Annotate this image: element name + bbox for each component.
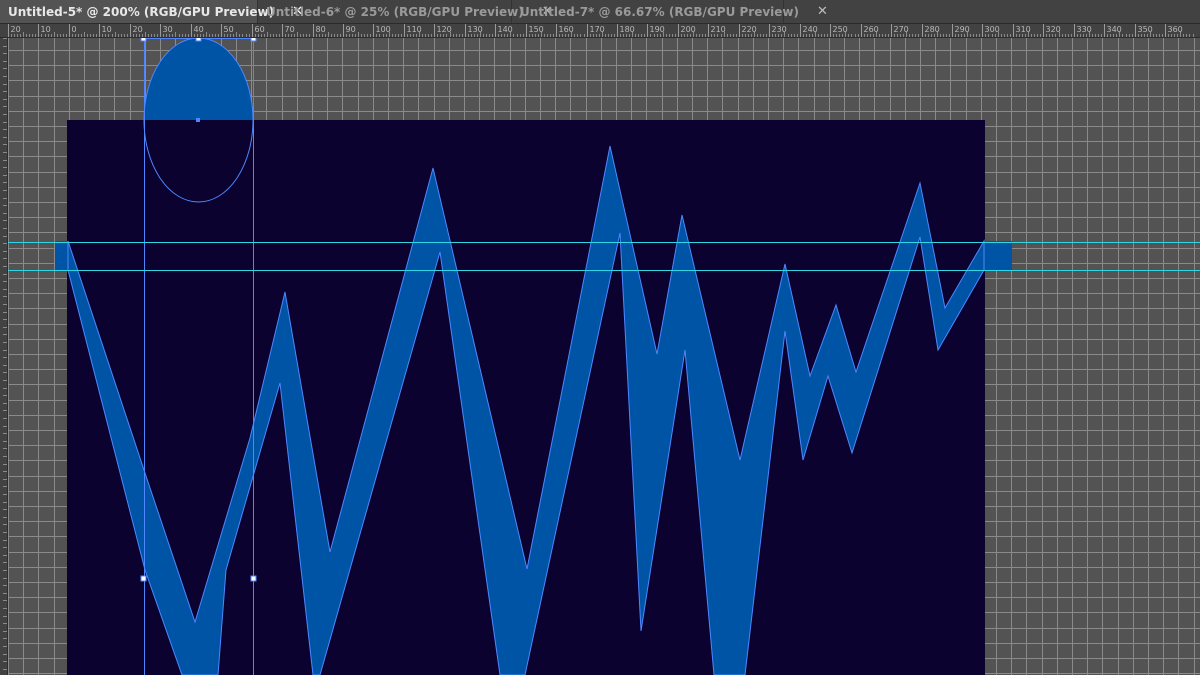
ruler-tick-label: 290 [955, 25, 970, 34]
ruler-tick-label: 0 [72, 25, 77, 34]
ribbon-right-cap[interactable] [984, 241, 1012, 270]
ruler-tick-label: 40 [194, 25, 204, 34]
ruler-tick-label: 270 [894, 25, 909, 34]
ruler-tick-label: 180 [620, 25, 635, 34]
tab-label: Untitled-6* @ 25% (RGB/GPU Preview) [266, 4, 524, 19]
ruler-tick-label: 300 [985, 25, 1000, 34]
ruler-tick-label: 80 [316, 25, 326, 34]
ruler-tick-label: 10 [41, 25, 51, 34]
vertical-ruler-ticks [3, 38, 7, 670]
document-tab-bar: Untitled-5* @ 200% (RGB/GPU Preview) ✕ U… [0, 0, 1200, 24]
tab-label: Untitled-7* @ 66.67% (RGB/GPU Preview) [520, 4, 799, 19]
ruler-tick-label: 70 [285, 25, 295, 34]
ruler-tick-label: 110 [407, 25, 422, 34]
ruler-tick-label: 140 [498, 25, 513, 34]
canvas-drawing [8, 38, 1200, 675]
tab-untitled-5[interactable]: Untitled-5* @ 200% (RGB/GPU Preview) ✕ [0, 0, 303, 23]
center-point-handle[interactable] [196, 118, 200, 122]
ruler-tick-label: 310 [1016, 25, 1031, 34]
ruler-tick-label: 10 [102, 25, 112, 34]
ruler-tick-label: 320 [1046, 25, 1061, 34]
ruler-tick-label: 120 [437, 25, 452, 34]
tab-untitled-7[interactable]: Untitled-7* @ 66.67% (RGB/GPU Preview) ✕ [512, 0, 828, 23]
ruler-tick-label: 100 [376, 25, 391, 34]
ruler-tick-label: 360 [1168, 25, 1183, 34]
ruler-tick-label: 210 [711, 25, 726, 34]
ruler-tick-label: 200 [681, 25, 696, 34]
ruler-tick-label: 330 [1077, 25, 1092, 34]
ruler-tick-label: 160 [559, 25, 574, 34]
canvas-workspace[interactable] [8, 38, 1200, 675]
ruler-tick-label: 220 [742, 25, 757, 34]
ruler-tick-label: 240 [803, 25, 818, 34]
ruler-tick-label: 260 [864, 25, 879, 34]
ruler-tick-label: 280 [925, 25, 940, 34]
ruler-tick-label: 130 [468, 25, 483, 34]
selection-handle[interactable] [250, 575, 257, 582]
tab-untitled-6[interactable]: Untitled-6* @ 25% (RGB/GPU Preview) ✕ [258, 0, 553, 23]
selection-handle[interactable] [195, 38, 202, 42]
ruler-tick-label: 20 [11, 25, 21, 34]
selection-handle[interactable] [140, 575, 147, 582]
ruler-tick-label: 30 [163, 25, 173, 34]
ruler-tick-label: 170 [590, 25, 605, 34]
ruler-tick-label: 350 [1138, 25, 1153, 34]
ruler-tick-label: 60 [255, 25, 265, 34]
horizontal-ruler[interactable]: 20 10 0 10 20 30 40 50 60 70 80 90 100 110 120 130 140 15… [0, 24, 1200, 38]
ribbon-left-cap[interactable] [55, 241, 68, 270]
ruler-tick-label: 230 [772, 25, 787, 34]
ruler-tick-label: 190 [650, 25, 665, 34]
close-icon[interactable]: ✕ [817, 4, 828, 19]
vertical-ruler[interactable] [0, 38, 8, 675]
selection-handle[interactable] [250, 38, 257, 42]
selection-handle[interactable] [140, 38, 147, 42]
ruler-tick-label: 50 [224, 25, 234, 34]
tab-label: Untitled-5* @ 200% (RGB/GPU Preview) [8, 4, 275, 19]
ruler-tick-label: 20 [133, 25, 143, 34]
ruler-tick-label: 150 [529, 25, 544, 34]
ruler-tick-label: 340 [1107, 25, 1122, 34]
horizontal-ruler-ticks: 20 10 0 10 20 30 40 50 60 70 80 90 100 110 120 130 140 15… [8, 24, 1194, 37]
ruler-tick-label: 250 [833, 25, 848, 34]
ruler-tick-label: 90 [346, 25, 356, 34]
